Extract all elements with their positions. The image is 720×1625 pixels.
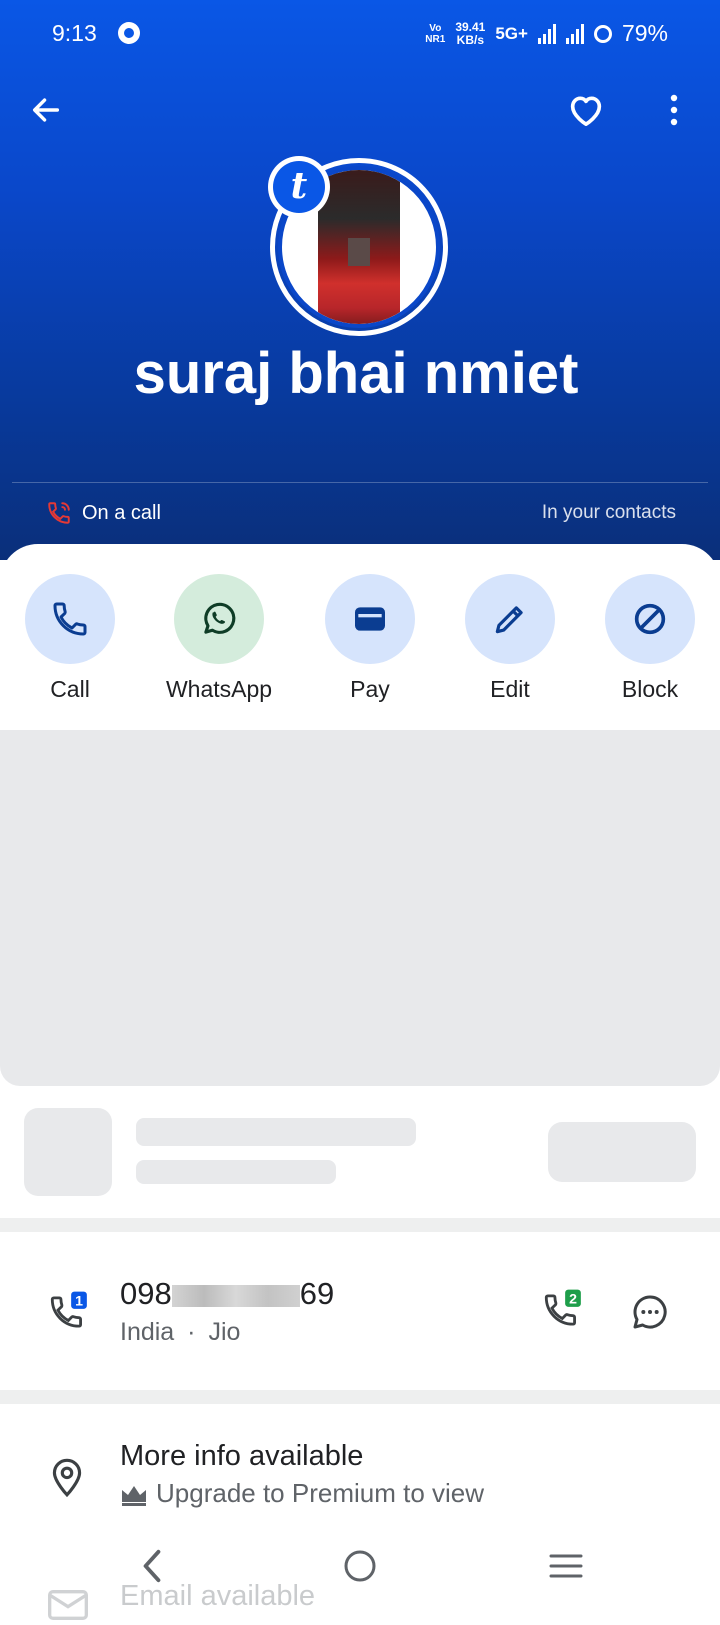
skeleton-line-1	[136, 1118, 416, 1146]
volte-top: Vo	[429, 22, 442, 34]
location-icon-wrap	[48, 1454, 86, 1503]
call-status: On a call	[46, 500, 161, 526]
block-icon	[634, 603, 666, 635]
back-button[interactable]	[18, 82, 74, 138]
truecaller-badge: t	[268, 156, 330, 218]
signal-icon	[537, 23, 556, 44]
edit-button-circle	[465, 574, 555, 664]
more-info-upgrade[interactable]: Upgrade to Premium to view	[120, 1478, 484, 1509]
phone-icon	[53, 602, 87, 636]
pay-label: Pay	[350, 676, 390, 702]
call-button-circle	[25, 574, 115, 664]
sim1-call-button[interactable]: 1	[46, 1290, 90, 1339]
whatsapp-label: WhatsApp	[165, 676, 273, 702]
edit-label: Edit	[490, 676, 530, 702]
wallet-icon	[355, 607, 385, 631]
phone-separator: ·	[187, 1318, 196, 1346]
home-circle-icon	[344, 1550, 376, 1582]
upgrade-label: Upgrade to Premium to view	[156, 1478, 485, 1508]
pay-button[interactable]: Pay	[315, 574, 425, 703]
pencil-icon	[495, 606, 523, 634]
skeleton-button	[548, 1122, 696, 1182]
whatsapp-button-circle	[174, 574, 264, 664]
header-divider	[12, 482, 708, 483]
phone-details: India · Jio	[120, 1318, 240, 1347]
phone-in-call-icon	[48, 502, 70, 524]
crown-icon	[122, 1485, 146, 1506]
phone-prefix: 098	[120, 1276, 172, 1311]
skeleton-thumb	[24, 1108, 112, 1196]
whatsapp-button[interactable]: WhatsApp	[164, 574, 274, 703]
status-time: 9:13	[52, 20, 97, 46]
battery-saver-icon	[593, 24, 612, 43]
battery-level: 79%	[621, 20, 668, 46]
pay-button-circle	[325, 574, 415, 664]
signal-2-icon	[565, 23, 584, 44]
nav-back-button[interactable]	[122, 1536, 182, 1596]
action-row: Call WhatsApp Pay Edit Block	[0, 574, 720, 704]
menu-lines-icon	[549, 1554, 583, 1578]
call-label: Call	[50, 676, 90, 702]
call-button[interactable]: Call	[15, 574, 125, 703]
favorite-button[interactable]	[558, 82, 614, 138]
speed-unit: KB/s	[456, 32, 484, 47]
edit-button[interactable]: Edit	[455, 574, 565, 703]
more-vertical-icon	[670, 94, 678, 126]
message-button[interactable]	[630, 1292, 670, 1337]
block-label: Block	[621, 676, 679, 702]
whatsapp-icon	[204, 602, 236, 634]
block-button[interactable]: Block	[595, 574, 705, 703]
status-bar: 9:13 Vo NR1 39.41 KB/s 5G+ 79%	[0, 0, 720, 70]
sim2-call-button[interactable]: 2	[540, 1288, 584, 1337]
phone-carrier: Jio	[208, 1318, 241, 1346]
phone-sim1-icon: 1	[50, 1291, 87, 1328]
phone-suffix: 69	[299, 1276, 335, 1311]
chevron-left-icon	[143, 1549, 161, 1583]
heart-outline-icon	[570, 96, 602, 126]
block-button-circle	[605, 574, 695, 664]
volte-bottom: NR1	[425, 33, 446, 45]
network-speed: 39.41 KB/s	[455, 19, 486, 47]
sim2-number: 2	[569, 1291, 577, 1307]
sim1-number: 1	[75, 1293, 83, 1309]
volte-indicator: Vo NR1	[425, 23, 445, 45]
contact-name: suraj bhai nmiet	[133, 341, 579, 406]
truecaller-badge-icon: t	[273, 161, 325, 213]
phone-redacted	[171, 1284, 300, 1307]
phone-sim2-icon: 2	[544, 1289, 581, 1326]
status-right: Vo NR1 39.41 KB/s 5G+ 79%	[425, 20, 668, 47]
chat-bubble-icon	[633, 1295, 667, 1329]
arrow-left-icon	[32, 98, 60, 122]
location-pin-icon	[52, 1458, 82, 1498]
section-separator-2	[0, 1390, 720, 1404]
nav-recents-button[interactable]	[536, 1536, 596, 1596]
system-nav-bar	[0, 1530, 720, 1608]
nav-home-button[interactable]	[330, 1536, 390, 1596]
contact-status-label: In your contacts	[541, 502, 676, 523]
skeleton-line-2	[136, 1160, 336, 1184]
network-type: 5G+	[495, 23, 528, 43]
call-status-label: On a call	[82, 501, 161, 524]
ad-placeholder	[0, 730, 720, 1086]
section-separator	[0, 1218, 720, 1232]
truecaller-status-icon	[118, 22, 140, 44]
more-info-title[interactable]: More info available	[120, 1440, 363, 1473]
phone-number[interactable]: 098 69	[120, 1276, 334, 1312]
speed-value: 39.41	[455, 19, 486, 34]
phone-country: India	[120, 1318, 175, 1346]
more-options-button[interactable]	[646, 82, 702, 138]
avatar-blurred-face	[348, 238, 370, 266]
